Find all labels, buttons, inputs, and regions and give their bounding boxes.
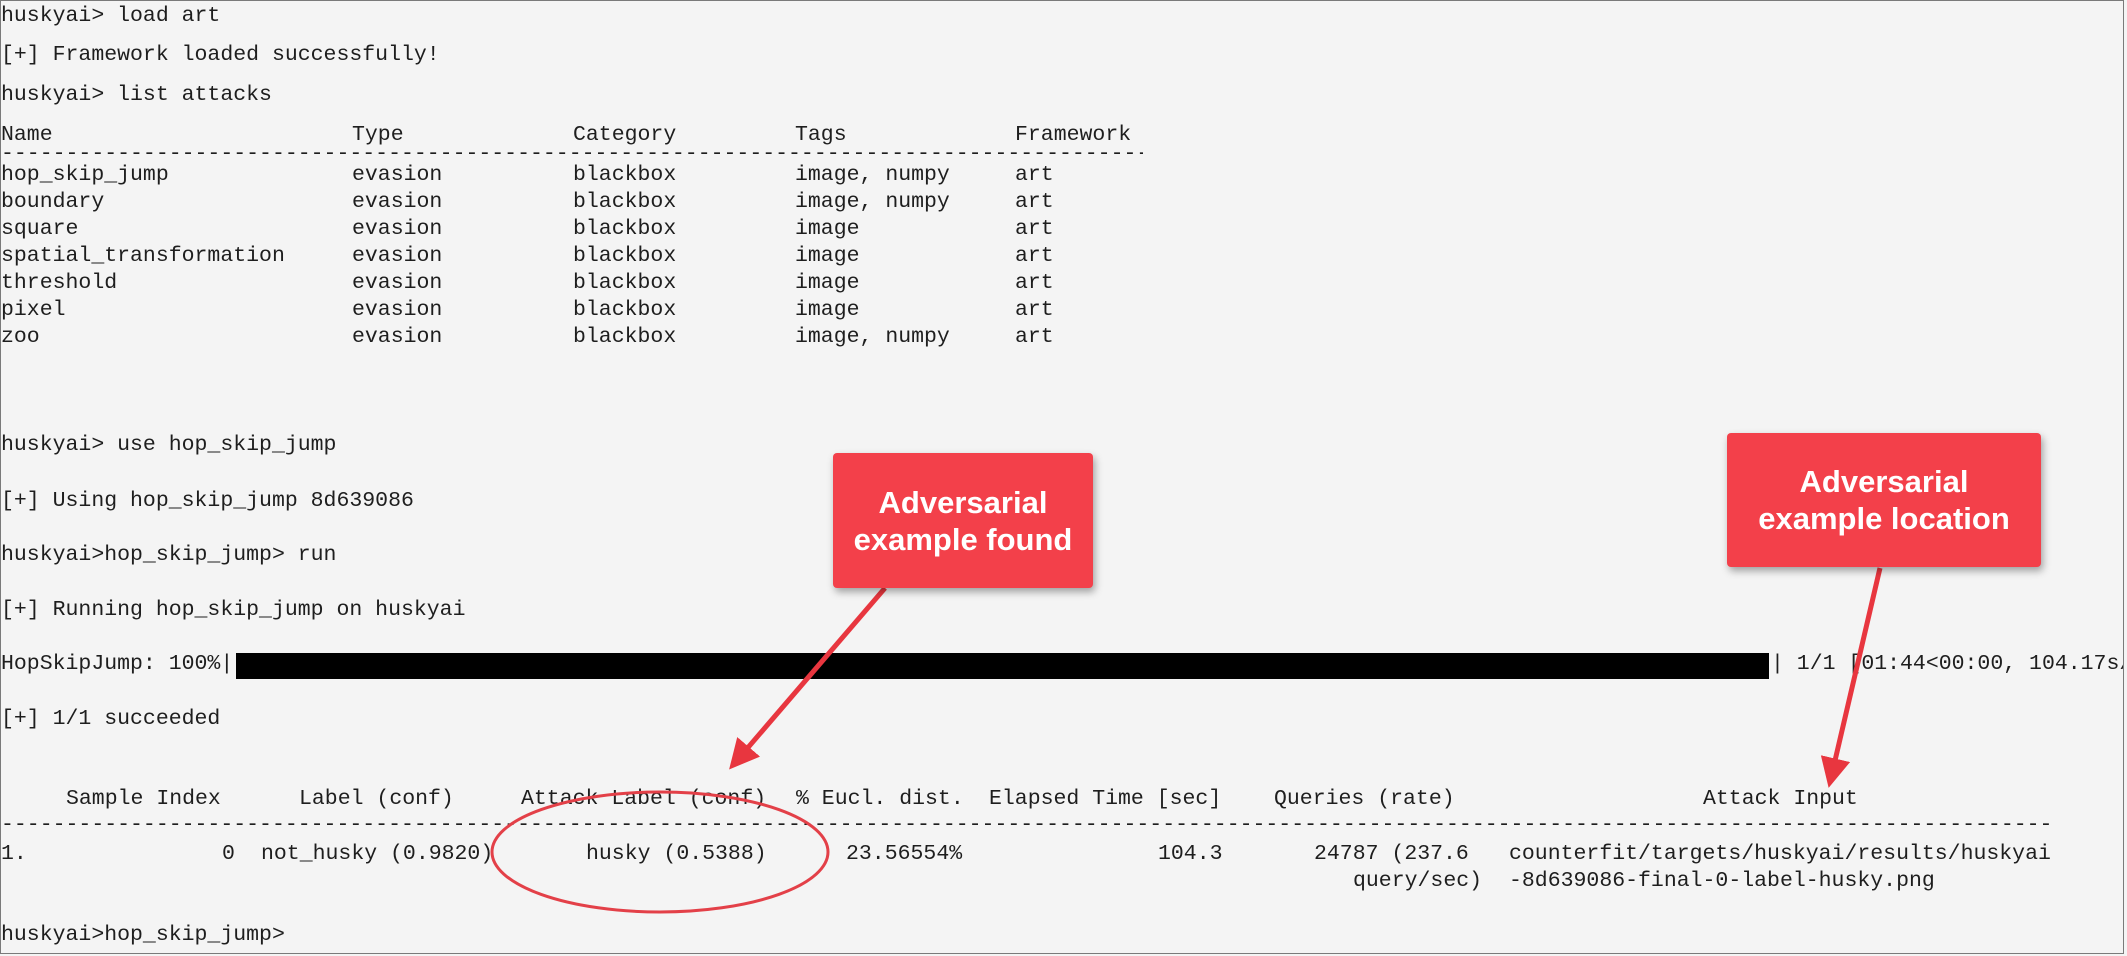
attack-category: blackbox: [573, 271, 677, 295]
attack-name: spatial_transformation: [1, 244, 285, 268]
results-header-sample-index: Sample Index: [66, 787, 221, 811]
row-number: 1.: [1, 842, 27, 866]
command-prompt: huskyai>hop_skip_jump>: [1, 923, 285, 947]
row-label: not_husky (0.9820): [261, 842, 494, 866]
attack-tags: image: [795, 217, 860, 241]
progress-suffix: | 1/1 [01:44<00:00, 104.17s/: [1771, 652, 2124, 676]
attack-framework: art: [1015, 217, 1054, 241]
results-header-eucl: % Eucl. dist.: [796, 787, 964, 811]
results-header-label: Label (conf): [299, 787, 454, 811]
attack-type: evasion: [352, 298, 443, 322]
attacks-table-divider: ----------------------------------------…: [1, 142, 1143, 166]
attack-framework: art: [1015, 190, 1054, 214]
attack-framework: art: [1015, 271, 1054, 295]
results-header-attack-input: Attack Input: [1703, 787, 1858, 811]
attack-category: blackbox: [573, 298, 677, 322]
framework-loaded-message: [+] Framework loaded successfully!: [1, 43, 440, 67]
results-table-divider: ----------------------------------------…: [1, 813, 2055, 837]
attack-framework: art: [1015, 325, 1054, 349]
attack-category: blackbox: [573, 244, 677, 268]
callout-found-text: Adversarial example found: [853, 484, 1073, 557]
command-use-attack: huskyai> use hop_skip_jump: [1, 433, 337, 457]
attack-name: pixel: [1, 298, 66, 322]
results-header-queries: Queries (rate): [1274, 787, 1455, 811]
command-list-attacks: huskyai> list attacks: [1, 83, 272, 107]
attack-framework: art: [1015, 244, 1054, 268]
callout-location-text: Adversarial example location: [1758, 464, 2010, 536]
attack-framework: art: [1015, 163, 1054, 187]
callout-adversarial-example-location: Adversarial example location: [1727, 433, 2041, 567]
row-eucl: 23.56554%: [846, 842, 963, 866]
attack-type: evasion: [352, 325, 443, 349]
attack-type: evasion: [352, 163, 443, 187]
row-attack-input-line1: counterfit/targets/huskyai/results/husky…: [1509, 842, 2051, 866]
results-header-attack-label: Attack Label (conf): [521, 787, 767, 811]
attack-category: blackbox: [573, 325, 677, 349]
attack-name: zoo: [1, 325, 40, 349]
attack-name: square: [1, 217, 79, 241]
row-sample-index: 0: [222, 842, 235, 866]
row-attack-input-line2: -8d639086-final-0-label-husky.png: [1509, 869, 1935, 893]
attack-category: blackbox: [573, 190, 677, 214]
attack-type: evasion: [352, 271, 443, 295]
attack-name: threshold: [1, 271, 118, 295]
attack-type: evasion: [352, 244, 443, 268]
callout-adversarial-example-found: Adversarial example found: [833, 453, 1093, 588]
attack-tags: image, numpy: [795, 163, 950, 187]
row-elapsed: 104.3: [1158, 842, 1223, 866]
attack-name: hop_skip_jump: [1, 163, 169, 187]
row-queries-line1: 24787 (237.6: [1314, 842, 1469, 866]
row-attack-label: husky (0.5388): [586, 842, 767, 866]
attack-tags: image, numpy: [795, 190, 950, 214]
progress-bar-fill: [236, 653, 1769, 679]
attack-type: evasion: [352, 190, 443, 214]
results-header-elapsed: Elapsed Time [sec]: [989, 787, 1222, 811]
attack-type: evasion: [352, 217, 443, 241]
row-queries-line2: query/sec): [1353, 869, 1483, 893]
command-load-art: huskyai> load art: [1, 4, 221, 28]
using-attack-message: [+] Using hop_skip_jump 8d639086: [1, 489, 414, 513]
running-attack-message: [+] Running hop_skip_jump on huskyai: [1, 598, 466, 622]
attack-tags: image, numpy: [795, 325, 950, 349]
attack-tags: image: [795, 298, 860, 322]
progress-label: HopSkipJump: 100%|: [1, 652, 234, 676]
attack-tags: image: [795, 271, 860, 295]
attack-category: blackbox: [573, 217, 677, 241]
succeeded-message: [+] 1/1 succeeded: [1, 707, 221, 731]
attack-category: blackbox: [573, 163, 677, 187]
attack-framework: art: [1015, 298, 1054, 322]
command-run: huskyai>hop_skip_jump> run: [1, 543, 337, 567]
attack-tags: image: [795, 244, 860, 268]
attack-name: boundary: [1, 190, 105, 214]
